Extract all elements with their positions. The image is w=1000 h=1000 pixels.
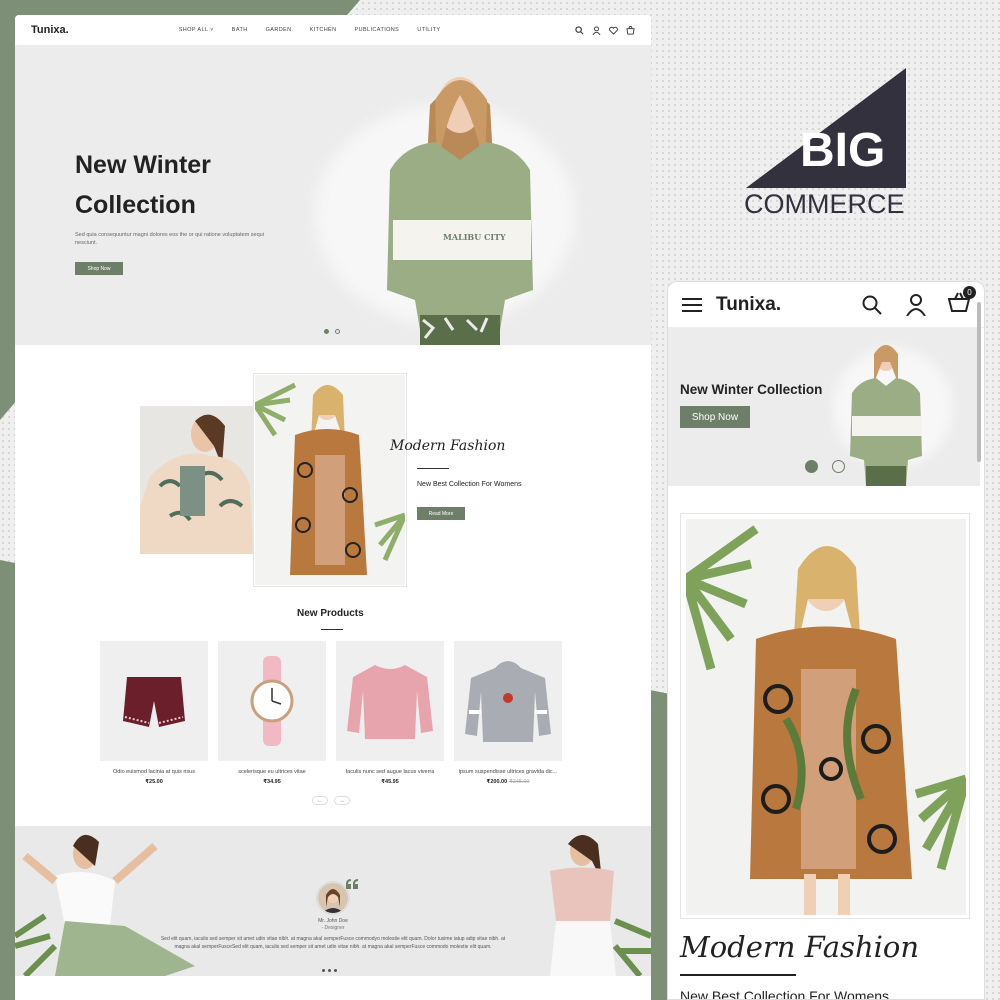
slide-dot-1[interactable]	[324, 329, 329, 334]
slide-dot-2[interactable]	[335, 329, 340, 334]
menu-publications[interactable]: PUBLICATIONS	[355, 27, 400, 33]
product-name[interactable]: Iaculis nunc sed augue lacus viverra	[336, 769, 444, 775]
mobile-scrollbar[interactable]	[977, 302, 981, 462]
product-card[interactable]: Odio euismod lacinia at quis risus ₹25.0…	[100, 641, 208, 785]
mobile-fashion-divider	[680, 974, 796, 976]
testimonial-dots	[322, 969, 337, 972]
menu-bath[interactable]: BATH	[232, 27, 248, 33]
fashion-image-frame	[252, 373, 408, 587]
mobile-brand-logo[interactable]: Tunixa.	[716, 294, 781, 316]
product-image-watch[interactable]	[218, 641, 326, 761]
product-image-sweater[interactable]	[336, 641, 444, 761]
product-price: ₹45.95	[381, 779, 399, 785]
product-price: ₹200.00 ₹245.00	[486, 779, 530, 785]
product-price: ₹25.00	[145, 779, 163, 785]
new-products-title: New Products	[297, 608, 364, 619]
testimonial-role: - Designer	[321, 925, 345, 931]
product-name[interactable]: ipsum suspendisse ultrices gravida dic..…	[454, 769, 562, 775]
brand-logo[interactable]: Tunixa.	[31, 24, 69, 36]
shop-now-button[interactable]: Shop Now	[75, 262, 123, 275]
user-icon[interactable]	[592, 25, 601, 35]
mobile-slide-dot-1[interactable]	[805, 460, 818, 473]
cart-count-badge: 0	[963, 286, 976, 299]
menu-utility[interactable]: UTILITY	[417, 27, 440, 33]
mobile-fashion-image	[681, 519, 971, 915]
hero-shirt-print: MALIBU CITY	[443, 232, 506, 242]
mobile-slide-dot-2[interactable]	[832, 460, 845, 473]
testimonial-section: Mr. John Doe - Designer Sed elit quam, i…	[15, 826, 651, 976]
testimonial-model-left	[15, 834, 195, 976]
testimonial-name: Mr. John Doe	[318, 918, 348, 924]
product-carousel-arrows: ← →	[312, 796, 350, 805]
mobile-preview: Tunixa. 0 New Winter Collection Shop Now	[667, 281, 985, 1000]
product-name[interactable]: Odio euismod lacinia at quis risus	[100, 769, 208, 775]
testimonial-model-right	[550, 835, 651, 976]
product-card[interactable]: Iaculis nunc sed augue lacus viverra ₹45…	[336, 641, 444, 785]
product-card[interactable]: scelerisque eu ultrices vitae ₹34.95	[218, 641, 326, 785]
mobile-user-icon[interactable]	[906, 293, 926, 316]
hamburger-menu-icon[interactable]	[682, 297, 702, 313]
product-grid: Odio euismod lacinia at quis risus ₹25.0…	[100, 641, 562, 785]
desktop-header: Tunixa. SHOP ALL ˅ BATH GARDEN KITCHEN P…	[15, 15, 651, 45]
testimonial-dot[interactable]	[328, 969, 331, 972]
product-name[interactable]: scelerisque eu ultrices vitae	[218, 769, 326, 775]
mobile-header: Tunixa. 0	[668, 282, 984, 328]
product-card[interactable]: ipsum suspendisse ultrices gravida dic..…	[454, 641, 562, 785]
product-image-shorts[interactable]	[100, 641, 208, 761]
product-image-hoodie[interactable]	[454, 641, 562, 761]
testimonial-dot[interactable]	[334, 969, 337, 972]
menu-shop-all[interactable]: SHOP ALL ˅	[179, 27, 214, 33]
bigcommerce-big: BIG	[800, 124, 885, 177]
bigcommerce-logo: BIG COMMERCE	[742, 66, 912, 219]
read-more-button[interactable]: Read More	[417, 507, 465, 520]
testimonial-text: Sed elit quam, iaculis sed semper sit am…	[160, 936, 506, 950]
desktop-preview: Tunixa. SHOP ALL ˅ BATH GARDEN KITCHEN P…	[15, 15, 651, 1000]
menu-kitchen[interactable]: KITCHEN	[310, 27, 337, 33]
fashion-image-main	[252, 375, 408, 585]
mobile-hero-model-image	[850, 345, 922, 486]
hero-text: Sed quia consequuntur magni dolores eos …	[75, 232, 264, 246]
main-menu: SHOP ALL ˅ BATH GARDEN KITCHEN PUBLICATI…	[179, 27, 441, 33]
quote-icon	[346, 879, 358, 889]
new-products-divider	[321, 629, 343, 630]
next-arrow-icon[interactable]: →	[334, 796, 350, 805]
hero-banner: New Winter Collection Sed quia consequunt…	[15, 45, 651, 345]
search-icon[interactable]	[575, 25, 584, 35]
mobile-hero-title: New Winter Collection	[680, 382, 823, 397]
bigcommerce-commerce: COMMERCE	[744, 189, 905, 216]
heart-icon[interactable]	[609, 26, 618, 35]
hero-slider-dots	[324, 329, 340, 334]
product-price: ₹34.95	[263, 779, 281, 785]
mobile-fashion-title: Modern Fashion	[680, 930, 920, 964]
cart-icon[interactable]	[626, 25, 635, 35]
menu-garden[interactable]: GARDEN	[266, 27, 292, 33]
mobile-hero-slider-dots	[805, 460, 845, 473]
testimonial-avatar	[316, 881, 350, 915]
mobile-search-icon[interactable]	[862, 295, 882, 315]
mobile-fashion-image-frame	[680, 513, 971, 919]
hero-model-image: MALIBU CITY	[387, 77, 533, 345]
hero-title: New Winter Collection	[75, 151, 211, 219]
fashion-image-left	[140, 406, 253, 554]
fashion-subtitle: New Best Collection For Womens	[417, 481, 522, 488]
fashion-divider	[417, 468, 449, 469]
header-icons	[575, 25, 635, 35]
mobile-hero-banner: New Winter Collection Shop Now	[668, 328, 980, 486]
mobile-fashion-subtitle: New Best Collection For Womens	[680, 988, 890, 1000]
mobile-shop-now-button[interactable]: Shop Now	[680, 406, 750, 428]
mobile-cart[interactable]: 0	[947, 286, 976, 317]
prev-arrow-icon[interactable]: ←	[312, 796, 328, 805]
fashion-title: Modern Fashion	[390, 438, 506, 454]
testimonial-dot[interactable]	[322, 969, 325, 972]
